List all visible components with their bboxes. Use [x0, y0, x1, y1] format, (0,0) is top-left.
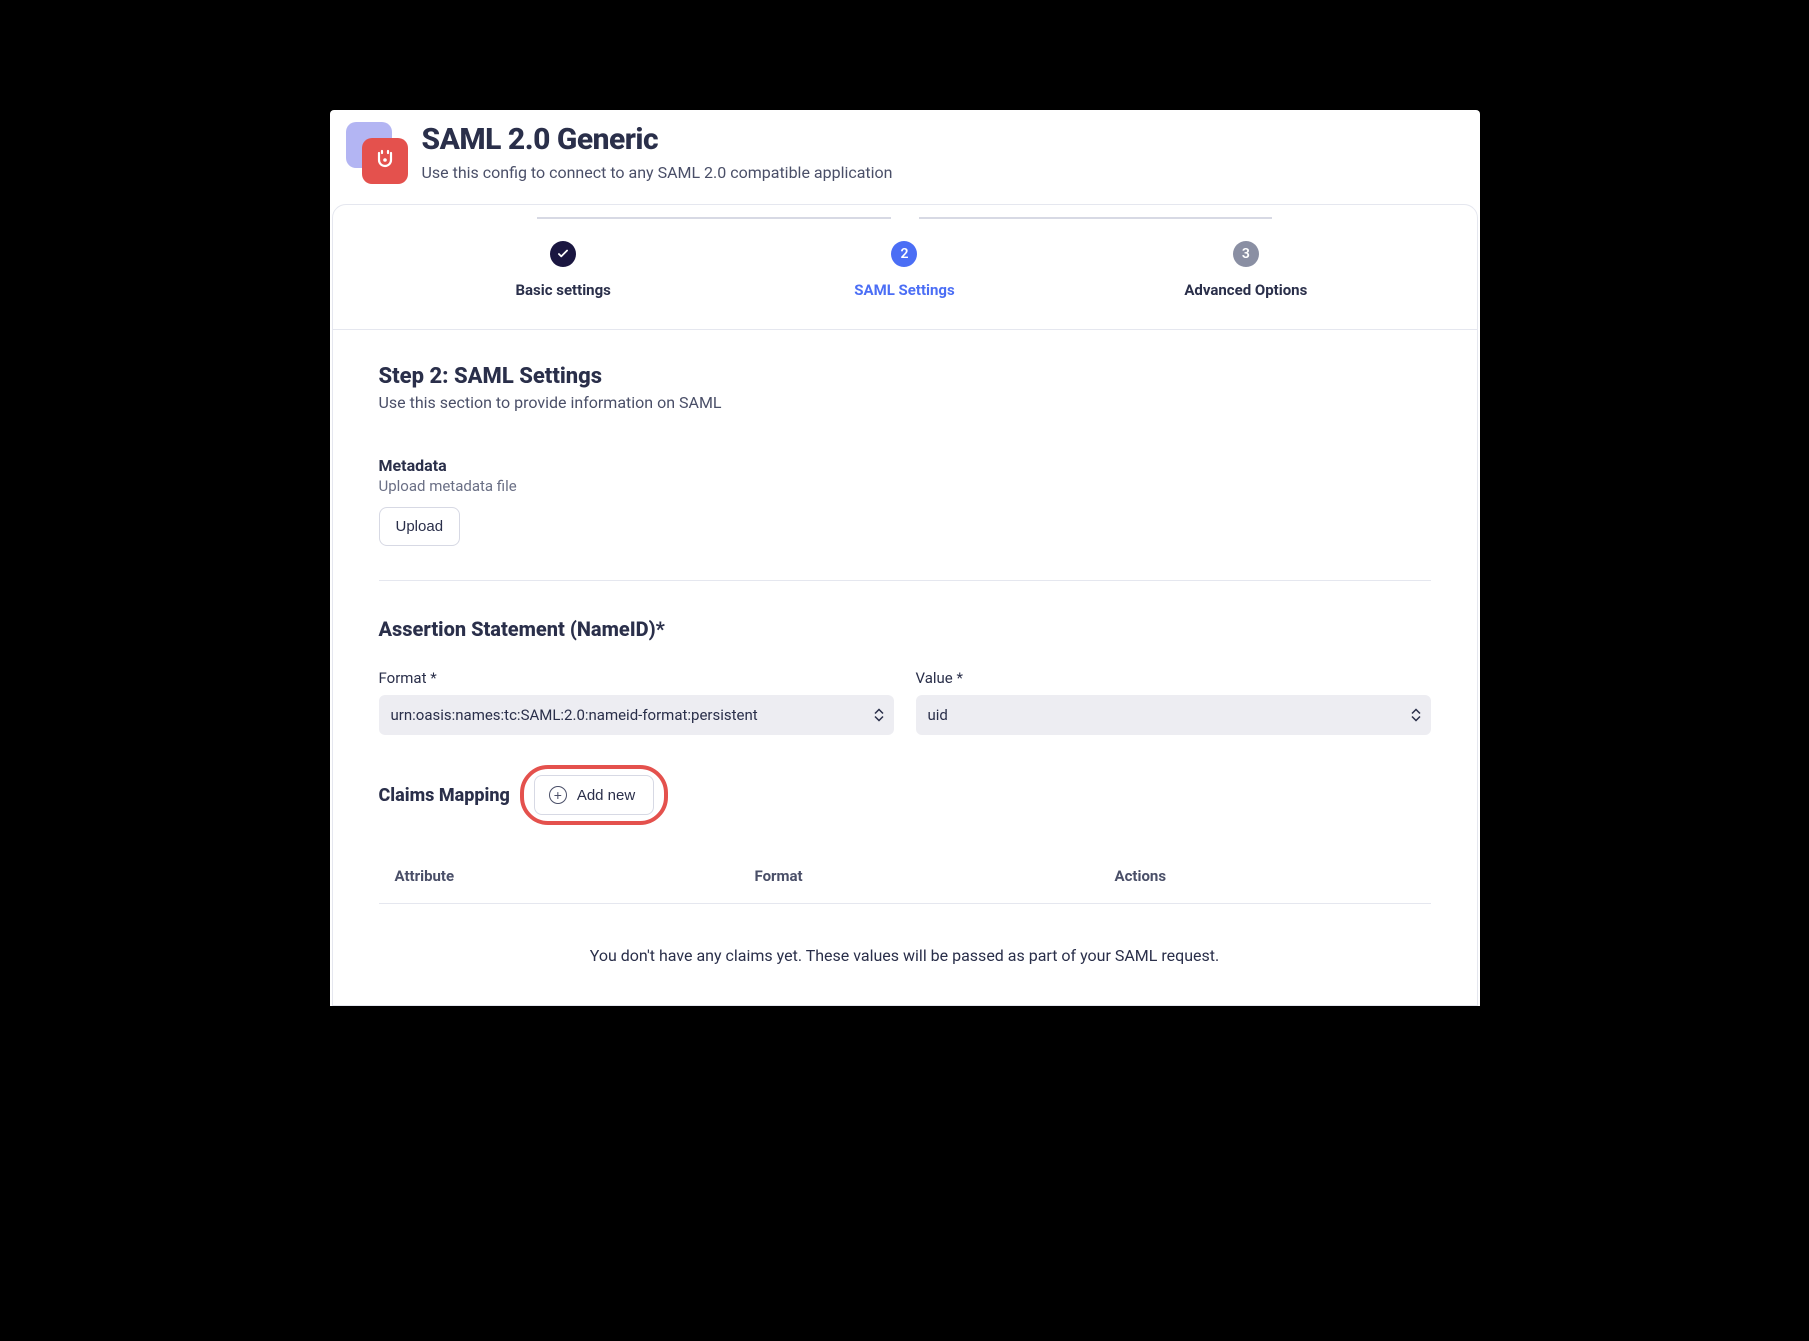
- app-logo: [346, 122, 404, 180]
- claims-title: Claims Mapping: [379, 785, 510, 806]
- stepper-line: [919, 217, 1272, 219]
- step-number-icon: 2: [891, 241, 917, 267]
- col-actions: Actions: [1115, 867, 1415, 885]
- step-basic-settings[interactable]: Basic settings: [393, 241, 734, 299]
- upload-button-label: Upload: [396, 518, 444, 535]
- check-icon: [550, 241, 576, 267]
- format-select[interactable]: urn:oasis:names:tc:SAML:2.0:nameid-forma…: [379, 695, 894, 735]
- page-subtitle: Use this config to connect to any SAML 2…: [422, 163, 893, 182]
- header-text: SAML 2.0 Generic Use this config to conn…: [422, 122, 893, 182]
- chevron-updown-icon: [874, 709, 884, 722]
- stepper-line: [537, 217, 890, 219]
- col-format: Format: [755, 867, 1115, 885]
- step-label: Basic settings: [515, 281, 610, 299]
- plus-circle-icon: +: [549, 786, 567, 804]
- claims-header-row: Claims Mapping + Add new: [379, 775, 1431, 815]
- chevron-updown-icon: [1411, 709, 1421, 722]
- col-attribute: Attribute: [395, 867, 755, 885]
- step-label: Advanced Options: [1184, 281, 1307, 299]
- main-card: Basic settings 2 SAML Settings 3 Advance…: [332, 204, 1478, 1006]
- assertion-title: Assertion Statement (NameID)*: [379, 617, 1431, 641]
- step-heading: Step 2: SAML Settings: [379, 364, 1431, 389]
- connector-icon: [373, 149, 397, 173]
- format-select-value: urn:oasis:names:tc:SAML:2.0:nameid-forma…: [391, 706, 758, 724]
- claims-empty-message: You don't have any claims yet. These val…: [379, 904, 1431, 985]
- page-title: SAML 2.0 Generic: [422, 122, 893, 157]
- value-field: Value * uid: [916, 669, 1431, 735]
- logo-front-tile: [362, 138, 408, 184]
- value-label: Value *: [916, 669, 1431, 687]
- add-new-highlight: + Add new: [534, 775, 654, 815]
- metadata-subtitle: Upload metadata file: [379, 477, 1431, 495]
- step-label: SAML Settings: [854, 281, 954, 299]
- step-number-icon: 3: [1233, 241, 1259, 267]
- format-field: Format * urn:oasis:names:tc:SAML:2.0:nam…: [379, 669, 894, 735]
- value-select[interactable]: uid: [916, 695, 1431, 735]
- add-new-label: Add new: [577, 787, 635, 804]
- assertion-row: Format * urn:oasis:names:tc:SAML:2.0:nam…: [379, 669, 1431, 735]
- value-select-value: uid: [928, 706, 948, 724]
- upload-button[interactable]: Upload: [379, 507, 461, 546]
- step-subheading: Use this section to provide information …: [379, 393, 1431, 412]
- metadata-title: Metadata: [379, 456, 1431, 475]
- content: Step 2: SAML Settings Use this section t…: [333, 330, 1477, 1005]
- add-new-button[interactable]: + Add new: [534, 775, 654, 815]
- page-header: SAML 2.0 Generic Use this config to conn…: [330, 110, 1480, 204]
- divider: [379, 580, 1431, 581]
- format-label: Format *: [379, 669, 894, 687]
- claims-table-header: Attribute Format Actions: [379, 815, 1431, 904]
- step-saml-settings[interactable]: 2 SAML Settings: [734, 241, 1075, 299]
- step-advanced-options[interactable]: 3 Advanced Options: [1075, 241, 1416, 299]
- page: SAML 2.0 Generic Use this config to conn…: [330, 110, 1480, 1006]
- metadata-section: Metadata Upload metadata file Upload: [379, 456, 1431, 546]
- stepper: Basic settings 2 SAML Settings 3 Advance…: [333, 205, 1477, 330]
